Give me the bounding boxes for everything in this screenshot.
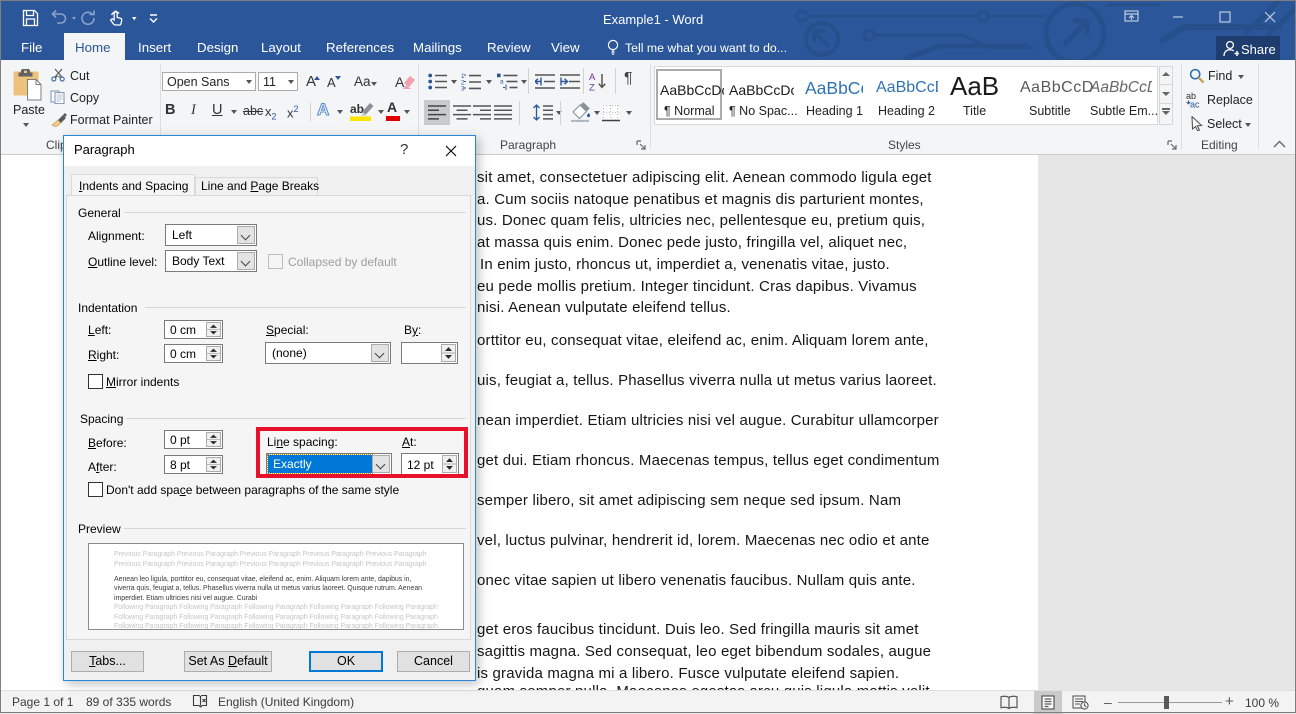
svg-text:Z: Z <box>589 83 595 93</box>
svg-text:ac: ac <box>1190 100 1200 109</box>
svg-text:a: a <box>500 79 504 86</box>
svg-text:A: A <box>589 72 596 83</box>
svg-text:ab: ab <box>350 102 364 116</box>
svg-text:A: A <box>395 74 405 90</box>
